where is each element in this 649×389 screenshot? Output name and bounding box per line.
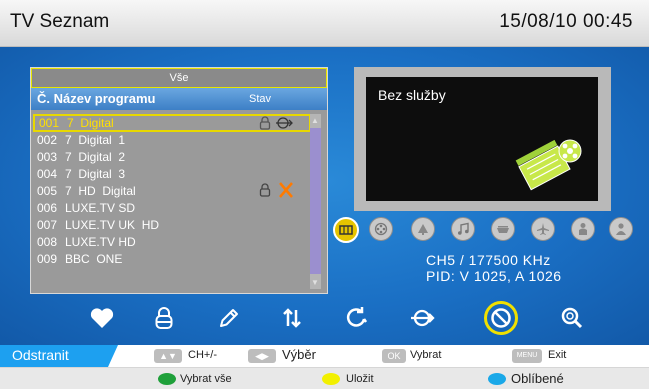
tv-channel-list-screen: TV Seznam 15/08/10 00:45 Vše Č. Název pr… — [0, 0, 649, 389]
channel-row[interactable]: 009 BBC ONE — [35, 251, 307, 268]
blue-key-icon — [488, 373, 506, 385]
pid-info: PID: V 1025, A 1026 — [426, 268, 562, 284]
rename-icon[interactable] — [212, 302, 244, 334]
channel-name: LUXE.TV SD — [65, 201, 136, 215]
updown-key: ▲▼ — [154, 349, 182, 363]
green-key-label: Vybrat vše — [180, 373, 232, 385]
channel-row[interactable]: 007 LUXE.TV UK HD — [35, 217, 307, 234]
frequency-info: CH5 / 177500 KHz — [426, 252, 551, 268]
channel-info: CH5 / 177500 KHz PID: V 1025, A 1026 — [426, 252, 562, 284]
category-kids-icon[interactable] — [571, 217, 595, 241]
channel-row[interactable]: 005 7 HD Digital — [35, 182, 307, 200]
main-panel: Vše Č. Název programu Stav 001 7 Digital… — [0, 47, 649, 345]
delete-button[interactable] — [484, 301, 518, 335]
scroll-up-arrow-icon[interactable]: ▲ — [311, 116, 319, 125]
leftright-key: ◀▶ — [248, 349, 276, 363]
channel-number: 007 — [37, 218, 58, 232]
channel-number: 006 — [37, 201, 58, 215]
date-time: 15/08/10 00:45 — [499, 11, 633, 32]
channel-name: LUXE.TV UK HD — [65, 218, 160, 232]
channel-number: 009 — [37, 252, 58, 266]
favorite-icon[interactable] — [86, 302, 118, 334]
color-keys-bar: Vybrat vše Uložit Oblíbené — [0, 367, 649, 389]
delete-icon — [491, 308, 511, 328]
channel-name: 7 Digital 1 — [65, 133, 126, 147]
mode-label: Odstranit — [0, 345, 118, 367]
title-bar: TV Seznam 15/08/10 00:45 — [0, 0, 649, 47]
channel-number: 001 — [39, 116, 60, 130]
list-filter[interactable]: Vše — [31, 68, 327, 88]
channel-row[interactable]: 004 7 Digital 3 — [35, 166, 307, 183]
channel-name: 7 Digital — [67, 116, 114, 130]
list-scrollbar[interactable]: ▲ ▼ — [310, 114, 321, 289]
channel-name: 7 Digital 2 — [65, 150, 126, 164]
find-icon[interactable] — [556, 302, 588, 334]
skip-icon — [276, 117, 293, 129]
channel-number: 004 — [37, 167, 58, 181]
category-bar — [333, 217, 633, 243]
ok-hint: Vybrat — [410, 349, 442, 361]
menu-hint: Exit — [548, 349, 567, 361]
channel-name: LUXE.TV HD — [65, 235, 136, 249]
lock-icon — [259, 116, 271, 130]
mode-name: Odstranit — [12, 347, 69, 363]
lock-icon — [259, 183, 271, 197]
no-service-film-icon — [515, 139, 582, 191]
category-music-icon[interactable] — [451, 217, 475, 241]
lock-icon[interactable] — [148, 302, 180, 334]
yellow-key-icon — [322, 373, 340, 385]
preview-window: Bez služby — [354, 67, 611, 211]
yellow-key-label: Uložit — [346, 373, 374, 385]
column-program: Č. Název programu — [37, 91, 156, 106]
move-icon[interactable] — [276, 302, 308, 334]
skip-refresh-icon[interactable] — [340, 302, 372, 334]
edit-toolbar — [86, 301, 606, 336]
ch-hint: CH+/- — [188, 349, 218, 361]
column-status: Stav — [249, 93, 272, 105]
channel-number: 008 — [37, 235, 58, 249]
skip-icon[interactable] — [406, 302, 438, 334]
channel-row[interactable]: 006 LUXE.TV SD — [35, 200, 307, 217]
no-service-message: Bez služby — [378, 87, 446, 103]
delete-mark-icon — [279, 182, 293, 198]
blue-key-label: Oblíbené — [511, 371, 564, 386]
preview-screen: Bez služby — [366, 77, 598, 201]
list-header: Č. Název programu Stav — [31, 88, 327, 110]
channel-number: 003 — [37, 150, 58, 164]
channel-name: 7 HD Digital — [65, 184, 136, 198]
category-people-icon[interactable] — [609, 217, 633, 241]
channel-row[interactable]: 002 7 Digital 1 — [35, 132, 307, 149]
select-hint: Výběr — [282, 347, 316, 362]
category-sports-icon[interactable] — [491, 217, 515, 241]
channel-number: 005 — [37, 184, 58, 198]
category-travel-icon[interactable] — [531, 217, 555, 241]
scroll-down-arrow-icon[interactable]: ▼ — [311, 278, 319, 287]
channel-list-panel: Vše Č. Název programu Stav 001 7 Digital… — [30, 67, 328, 294]
channel-row[interactable]: 003 7 Digital 2 — [35, 149, 307, 166]
channel-number: 002 — [37, 133, 58, 147]
channel-name: 7 Digital 3 — [65, 167, 126, 181]
category-news-icon[interactable] — [411, 217, 435, 241]
key-hints-bar: Odstranit ▲▼ CH+/- ◀▶ Výběr OK Vybrat ME… — [0, 345, 649, 367]
scroll-thumb[interactable] — [310, 128, 321, 274]
category-all-icon[interactable] — [333, 217, 359, 243]
page-title: TV Seznam — [10, 11, 110, 32]
channel-row[interactable]: 001 7 Digital — [33, 114, 311, 132]
category-film-icon[interactable] — [369, 217, 393, 241]
ok-key: OK — [382, 349, 406, 363]
green-key-icon — [158, 373, 176, 385]
channel-row[interactable]: 008 LUXE.TV HD — [35, 234, 307, 251]
channel-name: BBC ONE — [65, 252, 123, 266]
menu-key: MENU — [512, 349, 542, 363]
